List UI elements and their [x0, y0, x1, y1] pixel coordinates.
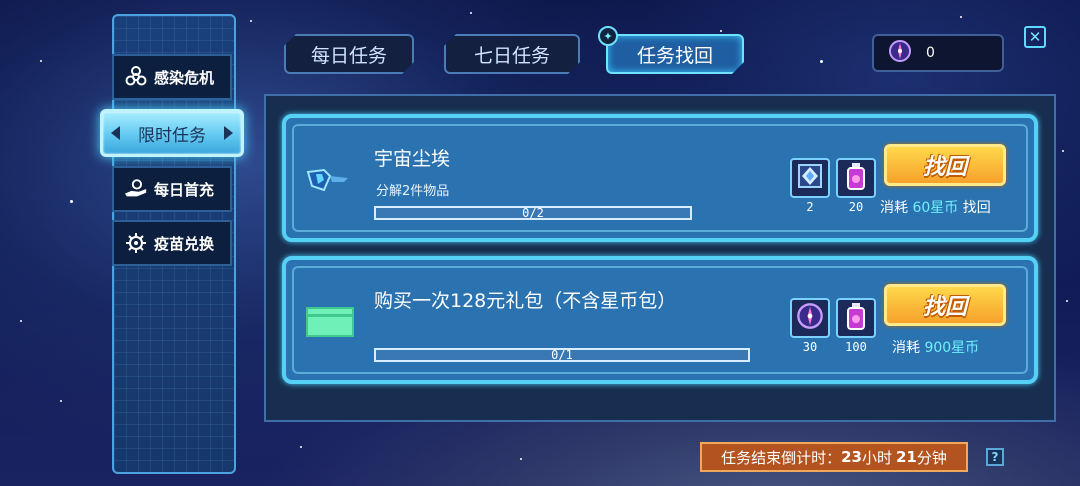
sidebar-item-vaccine-exchange[interactable]: 疫苗兑换 [112, 220, 232, 266]
close-icon: ✕ [1028, 28, 1042, 46]
reward-count: 30 [802, 340, 818, 354]
biohazard-icon [124, 65, 148, 89]
gift-box-icon [305, 306, 355, 342]
task-progress-bar: 0/1 [374, 348, 750, 362]
sidebar-item-label: 限时任务 [138, 125, 206, 146]
task-progress-bar: 0/2 [374, 206, 692, 220]
progress-text: 0/1 [551, 348, 573, 362]
countdown-minutes-unit: 分钟 [916, 448, 947, 467]
help-button[interactable]: ? [986, 448, 1004, 466]
question-icon: ? [991, 450, 999, 464]
potion-icon [844, 161, 868, 195]
tab-label: 任务找回 [636, 44, 713, 67]
recover-button[interactable]: 找回 [884, 144, 1006, 186]
recover-cost: 消耗 900星币 [892, 337, 979, 357]
countdown-label: 任务结束倒计时： [721, 448, 842, 467]
hand-coin-icon [124, 177, 148, 201]
crystal-icon [796, 162, 824, 194]
countdown-minutes: 21 [896, 448, 917, 466]
cost-prefix: 消耗 [880, 200, 908, 216]
sparkle-icon: ✦ [598, 26, 618, 46]
chevron-left-icon [111, 126, 120, 140]
close-button[interactable]: ✕ [1024, 26, 1046, 48]
countdown-timer: 任务结束倒计时： 23 小时 21 分钟 [700, 442, 968, 472]
chevron-right-icon [224, 126, 233, 140]
sidebar-item-label: 疫苗兑换 [154, 234, 215, 253]
countdown-hours-unit: 小时 [861, 448, 892, 467]
sidebar-item-label: 感染危机 [154, 68, 215, 87]
tab-task-recovery[interactable]: 任务找回 [606, 34, 744, 74]
reward-count: 100 [845, 340, 867, 354]
currency-value: 0 [926, 45, 935, 61]
recover-button[interactable]: 找回 [884, 284, 1006, 326]
virus-icon [124, 231, 148, 255]
cost-amount: 60星币 [912, 200, 959, 216]
sidebar-item-limited-tasks[interactable]: 限时任务 [100, 109, 244, 157]
task-description: 分解2件物品 [376, 184, 450, 199]
sidebar-item-label: 每日首充 [154, 180, 215, 199]
task-title: 购买一次128元礼包（不含星币包） [374, 290, 677, 312]
countdown-hours: 23 [841, 448, 862, 466]
sidebar-item-infection-crisis[interactable]: 感染危机 [112, 54, 232, 100]
cost-amount: 900星币 [924, 340, 980, 356]
tab-label: 七日任务 [473, 44, 550, 67]
task-icon-wings [304, 164, 352, 200]
reward-count: 20 [848, 200, 864, 214]
reward-count: 2 [806, 200, 814, 214]
compass-coin-icon [796, 302, 824, 334]
cost-suffix: 找回 [962, 200, 991, 216]
tab-daily-tasks[interactable]: 每日任务 [284, 34, 414, 74]
cost-prefix: 消耗 [892, 340, 920, 356]
progress-text: 0/2 [522, 206, 544, 220]
tab-seven-day-tasks[interactable]: 七日任务 [444, 34, 580, 74]
compass-coin-icon [888, 39, 912, 67]
sidebar-item-daily-first-recharge[interactable]: 每日首充 [112, 166, 232, 212]
currency-display: 0 [872, 34, 1004, 72]
tab-label: 每日任务 [310, 44, 387, 67]
reward-item[interactable] [790, 158, 830, 198]
reward-item[interactable] [836, 158, 876, 198]
reward-item[interactable] [836, 298, 876, 338]
recover-cost: 消耗 60星币 找回 [880, 197, 991, 217]
potion-icon [844, 301, 868, 335]
reward-item[interactable] [790, 298, 830, 338]
task-title: 宇宙尘埃 [374, 148, 451, 170]
